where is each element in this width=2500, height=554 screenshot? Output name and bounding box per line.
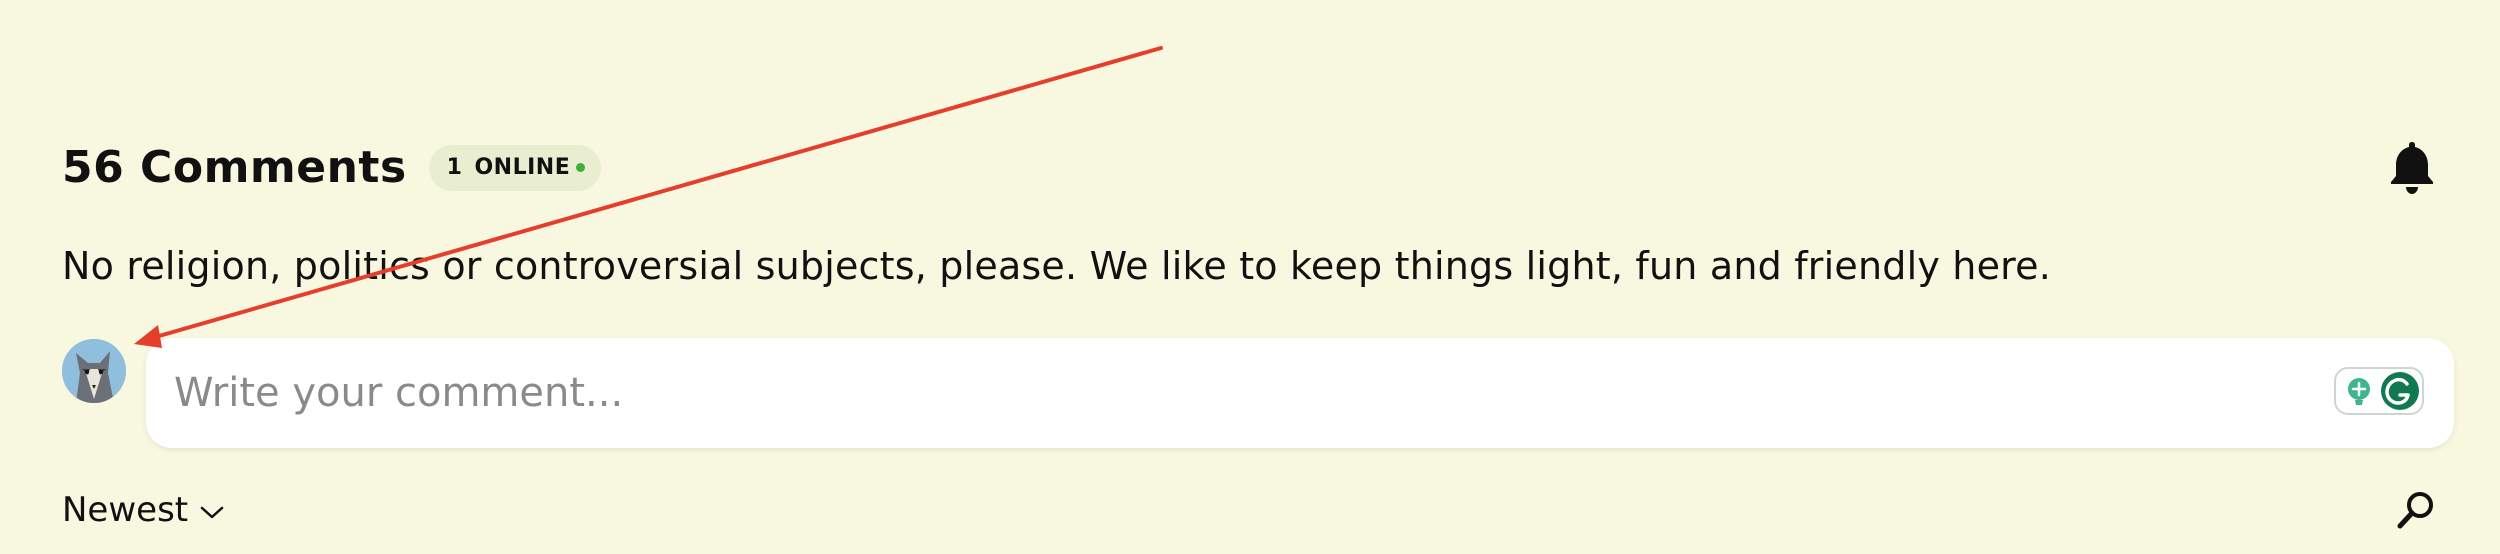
bell-icon[interactable] xyxy=(2388,138,2436,196)
online-status-dot xyxy=(576,163,586,172)
lightbulb-icon[interactable] xyxy=(2348,378,2370,405)
chevron-down-icon xyxy=(200,490,224,530)
online-badge: 1 ONLINE xyxy=(428,144,602,191)
comment-box[interactable] xyxy=(146,338,2454,448)
online-count: 1 xyxy=(446,155,463,180)
search-icon[interactable] xyxy=(2396,490,2436,530)
grammarly-widget[interactable] xyxy=(2334,367,2424,415)
comments-header: 56 Comments 1 ONLINE xyxy=(62,142,602,193)
sort-selected-label: Newest xyxy=(62,490,189,530)
sort-dropdown[interactable]: Newest xyxy=(62,490,224,530)
comment-input[interactable] xyxy=(174,338,2294,448)
community-rules-text: No religion, politics or controversial s… xyxy=(62,244,2052,288)
online-label: ONLINE xyxy=(474,155,571,180)
comments-section: 56 Comments 1 ONLINE No religion, politi… xyxy=(0,0,2500,554)
user-avatar[interactable] xyxy=(62,339,126,403)
grammarly-icon[interactable] xyxy=(2381,372,2419,410)
comments-count-title: 56 Comments xyxy=(62,142,407,193)
